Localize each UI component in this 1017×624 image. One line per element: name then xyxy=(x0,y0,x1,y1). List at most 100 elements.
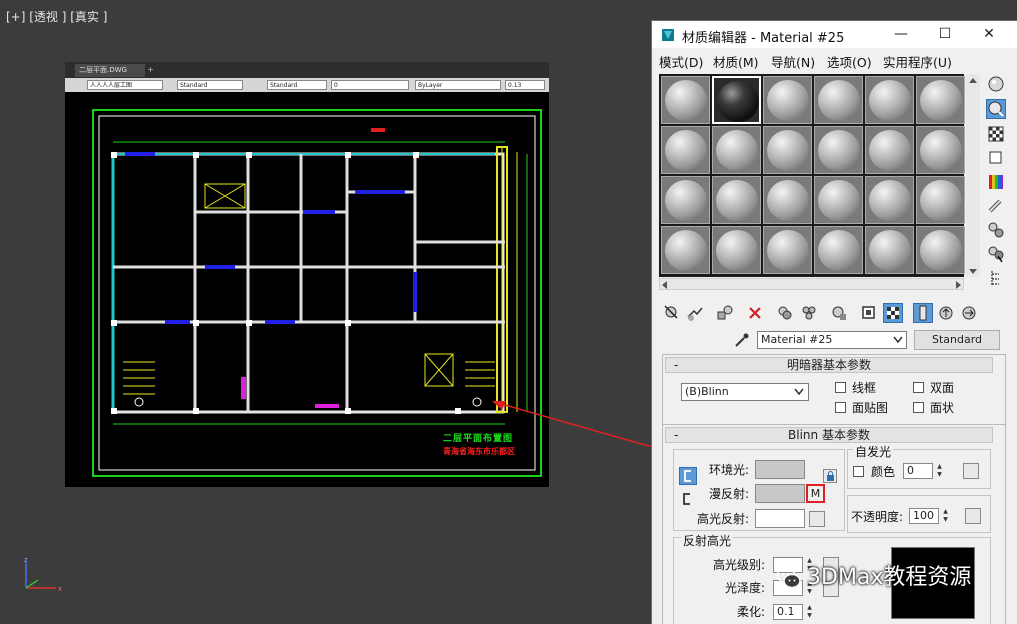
select-by-material-button[interactable] xyxy=(986,244,1006,264)
material-editor-window[interactable]: 材质编辑器 - Material #25 — ☐ ✕ 模式(D) 材质(M) 导… xyxy=(651,20,1017,624)
material-type-button[interactable]: Standard xyxy=(914,330,1000,350)
diffuse-map-button[interactable]: M xyxy=(806,484,825,503)
specular-color-swatch[interactable] xyxy=(755,509,805,528)
opacity-map-button[interactable] xyxy=(965,508,981,524)
material-slot[interactable] xyxy=(865,126,914,174)
lock-diffuse-specular-button[interactable] xyxy=(679,491,697,509)
video-color-check-button[interactable] xyxy=(986,172,1006,192)
sample-sphere-textured xyxy=(717,81,759,122)
material-slot[interactable] xyxy=(865,226,914,274)
material-slot[interactable] xyxy=(916,226,965,274)
material-slot[interactable] xyxy=(916,176,965,224)
spinner-arrows-icon[interactable]: ▲ ▼ xyxy=(805,604,814,620)
two-sided-checkbox[interactable] xyxy=(913,382,924,393)
show-shaded-material-button[interactable] xyxy=(883,303,903,323)
close-button[interactable]: ✕ xyxy=(966,21,1012,48)
spinner-arrows-icon[interactable]: ▲ ▼ xyxy=(935,463,944,479)
viewport-label[interactable]: [+] [透视 ] [真实 ] xyxy=(6,8,107,25)
maximize-button[interactable]: ☐ xyxy=(922,21,968,48)
material-slot[interactable] xyxy=(661,126,710,174)
material-slot[interactable] xyxy=(916,76,965,124)
rollout-header[interactable]: - Blinn 基本参数 xyxy=(665,427,993,443)
background-button[interactable] xyxy=(986,124,1006,144)
shader-type-select[interactable]: (B)Blinn xyxy=(681,383,809,401)
material-slot[interactable] xyxy=(661,226,710,274)
get-material-button[interactable] xyxy=(662,303,682,323)
menu-options[interactable]: 选项(O) xyxy=(827,52,872,71)
material-slot[interactable] xyxy=(661,76,710,124)
material-slot[interactable] xyxy=(712,126,761,174)
face-map-checkbox[interactable] xyxy=(835,402,846,413)
self-illum-value-input[interactable]: 0 xyxy=(903,463,933,479)
material-slot[interactable] xyxy=(763,176,812,224)
sample-sphere xyxy=(665,230,707,271)
cad-new-tab: + xyxy=(147,65,154,74)
make-copy-button[interactable] xyxy=(775,303,795,323)
material-slot[interactable] xyxy=(865,176,914,224)
copy-material-icon xyxy=(778,306,792,320)
material-map-navigator-button[interactable] xyxy=(986,268,1006,288)
put-to-library-button[interactable] xyxy=(829,303,849,323)
material-slot[interactable] xyxy=(814,226,863,274)
material-slot[interactable] xyxy=(814,176,863,224)
put-to-scene-button[interactable] xyxy=(685,303,705,323)
end-result-icon xyxy=(919,305,927,321)
go-forward-sibling-button[interactable] xyxy=(959,303,979,323)
slots-vertical-scrollbar[interactable] xyxy=(966,74,980,277)
specular-map-button[interactable] xyxy=(809,511,825,527)
wire-checkbox[interactable] xyxy=(835,382,846,393)
assign-to-selection-button[interactable] xyxy=(715,303,735,323)
padlock-icon xyxy=(827,471,834,481)
glossiness-label: 光泽度: xyxy=(725,581,766,595)
sample-uv-tiling-button[interactable] xyxy=(986,148,1006,168)
cad-lineweight-field: 0.13 xyxy=(505,80,545,90)
faceted-checkbox[interactable] xyxy=(913,402,924,413)
ambient-color-swatch[interactable] xyxy=(755,460,805,479)
self-illum-map-button[interactable] xyxy=(963,463,979,479)
menu-material[interactable]: 材质(M) xyxy=(713,52,759,71)
material-slot[interactable] xyxy=(712,176,761,224)
material-slot[interactable] xyxy=(712,226,761,274)
options-button[interactable] xyxy=(986,220,1006,240)
self-illum-title: 自发光 xyxy=(853,443,894,460)
material-name-input[interactable]: Material #25 xyxy=(757,331,907,349)
self-illum-color-checkbox[interactable] xyxy=(853,466,864,477)
material-slot-selected[interactable] xyxy=(712,76,761,124)
sample-sphere xyxy=(665,80,707,121)
menu-mode[interactable]: 模式(D) xyxy=(659,52,703,71)
minimize-button[interactable]: — xyxy=(878,21,924,48)
sample-type-button[interactable] xyxy=(986,74,1006,94)
spinner-arrows-icon[interactable]: ▲ ▼ xyxy=(941,508,950,524)
show-end-result-button[interactable] xyxy=(913,303,933,323)
material-slot[interactable] xyxy=(763,226,812,274)
lock-ambient-diffuse-button[interactable] xyxy=(679,467,697,485)
square-tiling-icon xyxy=(989,151,1002,164)
opacity-input[interactable]: 100 xyxy=(909,508,939,524)
material-slot[interactable] xyxy=(814,126,863,174)
go-to-parent-button[interactable] xyxy=(936,303,956,323)
ambient-diffuse-lock-button[interactable] xyxy=(823,469,837,483)
make-preview-button[interactable] xyxy=(986,196,1006,216)
eyedropper-icon[interactable] xyxy=(732,331,750,349)
diffuse-color-swatch[interactable] xyxy=(755,484,805,503)
menu-utilities[interactable]: 实用程序(U) xyxy=(883,52,952,71)
reset-map-button[interactable] xyxy=(745,303,765,323)
material-slot[interactable] xyxy=(916,126,965,174)
scroll-arrows-icon xyxy=(969,78,977,274)
self-illum-color-label: 颜色 xyxy=(871,465,896,479)
material-slot[interactable] xyxy=(661,176,710,224)
material-slot[interactable] xyxy=(763,76,812,124)
rollout-header[interactable]: - 明暗器基本参数 xyxy=(665,357,993,373)
slots-horizontal-scrollbar[interactable] xyxy=(659,278,964,290)
material-slot[interactable] xyxy=(814,76,863,124)
material-id-channel-button[interactable] xyxy=(859,303,879,323)
material-slot[interactable] xyxy=(865,76,914,124)
material-slot[interactable] xyxy=(763,126,812,174)
title-bar[interactable]: 材质编辑器 - Material #25 — ☐ ✕ xyxy=(652,21,1017,48)
chevron-down-icon[interactable] xyxy=(892,335,904,345)
menu-navigation[interactable]: 导航(N) xyxy=(771,52,815,71)
make-unique-button[interactable] xyxy=(799,303,819,323)
sample-sphere xyxy=(665,180,707,221)
backlight-button[interactable] xyxy=(986,99,1006,119)
soften-input[interactable]: 0.1 xyxy=(773,604,803,620)
